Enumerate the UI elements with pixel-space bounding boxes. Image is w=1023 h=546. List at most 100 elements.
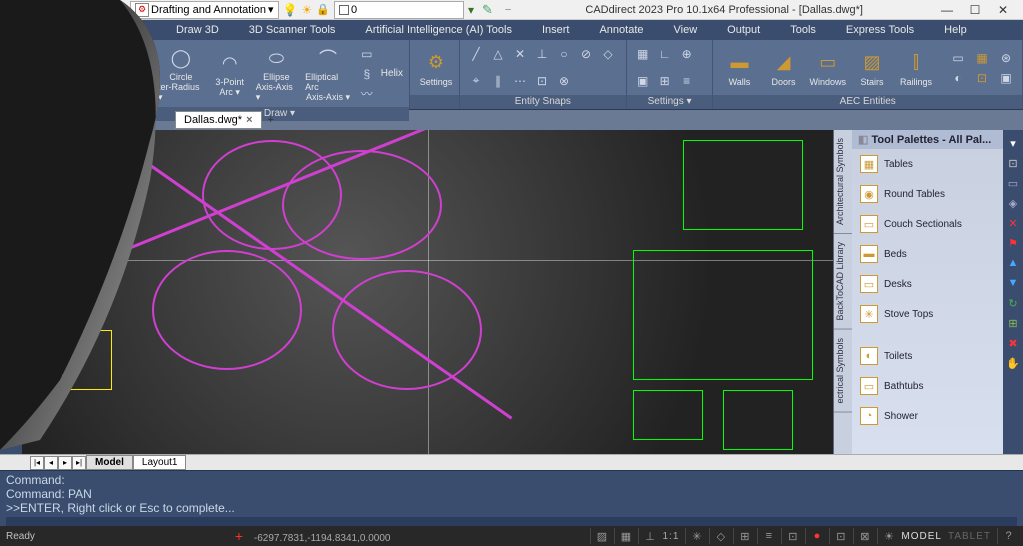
sb-ortho-icon[interactable]: ⊥	[638, 528, 656, 544]
r-info2-icon[interactable]: ▼	[1006, 276, 1020, 290]
esnap-node-icon[interactable]: ◇	[598, 45, 618, 63]
aec-opt4-icon[interactable]: ⊡	[972, 69, 992, 87]
doors-button[interactable]: ◢Doors	[763, 47, 803, 89]
menu-help[interactable]: Help	[938, 22, 973, 38]
ellipse-button[interactable]: ⬭ Ellipse Axis-Axis ▾	[254, 42, 299, 105]
railings-button[interactable]: ⫿Railings	[896, 47, 936, 89]
aec-opt2-icon[interactable]: ◐	[948, 69, 968, 87]
esnap-endpoint-icon[interactable]: ╱	[466, 45, 486, 63]
elliptical-arc-button[interactable]: ⌒ Elliptical Arc Axis-Axis ▾	[303, 42, 353, 105]
sb-polar-icon[interactable]: ✳	[685, 528, 703, 544]
lwt-icon[interactable]: ≡	[677, 72, 697, 90]
sun-icon[interactable]: ☀	[302, 3, 313, 17]
lock-icon[interactable]: 🔒	[316, 3, 330, 16]
palette-item-couch[interactable]: ▭Couch Sectionals	[852, 209, 1003, 239]
r-note-icon[interactable]: ▭	[1006, 176, 1020, 190]
sb-dyn-icon[interactable]: ⊡	[781, 528, 799, 544]
snap-icon[interactable]: ▣	[633, 72, 653, 90]
layout-next[interactable]: ▸	[58, 456, 72, 470]
menu-view[interactable]: View	[668, 22, 704, 38]
left-tool3[interactable]: ⊡	[3, 194, 19, 210]
r-ok-icon[interactable]: ↻	[1006, 296, 1020, 310]
r-info-icon[interactable]: ▲	[1006, 256, 1020, 270]
sb-scale-icon[interactable]: ⊠	[853, 528, 871, 544]
circle-button[interactable]: ◯ Circle ter-Radius ▾	[156, 42, 206, 105]
menu-draw3d[interactable]: Draw 3D	[170, 22, 225, 38]
doc-tab-add[interactable]: +	[262, 112, 280, 128]
sb-snap-icon[interactable]: ▨	[590, 528, 608, 544]
maximize-button[interactable]: ☐	[965, 2, 985, 18]
sb-rec-icon[interactable]: ●	[805, 528, 823, 544]
r-prop-icon[interactable]: ⊡	[1006, 156, 1020, 170]
palette-item-round-tables[interactable]: ◉Round Tables	[852, 179, 1003, 209]
sb-grid-icon[interactable]: ▦	[614, 528, 632, 544]
doc-tab-close[interactable]: ×	[246, 114, 252, 126]
brush-icon[interactable]: ✎	[478, 2, 493, 18]
menu-express[interactable]: Express Tools	[840, 22, 920, 38]
esnap-extension-icon[interactable]: ⋯	[510, 72, 530, 90]
menu-annotate[interactable]: Annotate	[593, 22, 649, 38]
menu-ai[interactable]: Artificial Intelligence (AI) Tools	[359, 22, 518, 38]
otrack-icon[interactable]: ⊞	[655, 72, 675, 90]
esnap-perpendicular-icon[interactable]: ⊥	[532, 45, 552, 63]
sb-ann-icon[interactable]: ⊡	[829, 528, 847, 544]
doc-tab-dallas[interactable]: Dallas.dwg* ×	[175, 111, 262, 129]
palette-tab-electrical[interactable]: ectrical Symbols	[834, 330, 852, 413]
settings-button[interactable]: ⚙ Settings	[416, 47, 456, 89]
palette-item-shower[interactable]: ◔Shower	[852, 401, 1003, 431]
grid-icon[interactable]: ▦	[633, 45, 653, 63]
layer-selector[interactable]: 0	[334, 1, 464, 19]
left-tool4[interactable]: ✎	[3, 216, 19, 232]
sb-vis-icon[interactable]: ☀	[877, 528, 895, 544]
aec-opt6-icon[interactable]: ▣	[996, 69, 1016, 87]
r-hand-icon[interactable]: ✋	[1006, 356, 1020, 370]
palette-tab-arch[interactable]: Architectural Symbols	[834, 130, 852, 234]
esnap-none-icon[interactable]: ⊗	[554, 72, 574, 90]
palette-item-stove[interactable]: ✳Stove Tops	[852, 299, 1003, 329]
menu-output[interactable]: Output	[721, 22, 766, 38]
r-tree-icon[interactable]: ⊞	[1006, 316, 1020, 330]
layout-tab-model[interactable]: Model	[86, 455, 133, 470]
ortho-icon[interactable]: ∟	[655, 45, 675, 63]
r-arrow-icon[interactable]: ▾	[1006, 136, 1020, 150]
left-refresh-icon[interactable]: ↻	[3, 260, 19, 276]
esnap-tangent-icon[interactable]: ⊘	[576, 45, 596, 63]
esnap-parallel-icon[interactable]: ∥	[488, 72, 508, 90]
menu-tools[interactable]: Tools	[784, 22, 822, 38]
minimize-button[interactable]: —	[937, 2, 957, 18]
r-layer-icon[interactable]: ◈	[1006, 196, 1020, 210]
close-button[interactable]: ✕	[993, 2, 1013, 18]
palette-item-beds[interactable]: ▬Beds	[852, 239, 1003, 269]
sb-osnap-icon[interactable]: ◇	[709, 528, 727, 544]
esnap-intersection-icon[interactable]: ✕	[510, 45, 530, 63]
layout-first[interactable]: |◂	[30, 456, 44, 470]
palette-item-tables[interactable]: ▦Tables	[852, 149, 1003, 179]
polar-icon[interactable]: ⊕	[677, 45, 697, 63]
rect-icon[interactable]: ▭	[357, 45, 377, 63]
layout-last[interactable]: ▸|	[72, 456, 86, 470]
curve-icon[interactable]: 〰	[357, 85, 377, 103]
palette-tab-backtocad[interactable]: BackToCAD Library	[834, 234, 852, 330]
properties-icon[interactable]: ▾	[468, 3, 474, 17]
r-flag-icon[interactable]: ⚑	[1006, 236, 1020, 250]
drawing-canvas[interactable]	[22, 130, 833, 454]
esnap-center-icon[interactable]: ○	[554, 45, 574, 63]
left-tool5[interactable]: ⊕	[3, 238, 19, 254]
walls-button[interactable]: ▬Walls	[719, 47, 759, 89]
sb-help-icon[interactable]: ?	[997, 528, 1015, 544]
arc-button[interactable]: ◠ 3-Point Arc ▾	[210, 47, 250, 100]
dropdown-arrow-icon[interactable]: ▾	[120, 3, 126, 17]
sb-otrack-icon[interactable]: ⊞	[733, 528, 751, 544]
layout-tab-layout1[interactable]: Layout1	[133, 455, 187, 470]
left-tool2[interactable]: ◈	[3, 172, 19, 188]
palette-item-toilets[interactable]: ◐Toilets	[852, 341, 1003, 371]
bulb-icon[interactable]: 💡	[283, 3, 298, 17]
settings2-label[interactable]: Settings ▾	[627, 95, 713, 109]
windows-button[interactable]: ▭Windows	[807, 47, 848, 89]
aec-opt1-icon[interactable]: ▭	[948, 49, 968, 67]
menu-3dscanner[interactable]: 3D Scanner Tools	[243, 22, 342, 38]
palette-item-desks[interactable]: ▭Desks	[852, 269, 1003, 299]
r-close-icon[interactable]: ✕	[1006, 216, 1020, 230]
r-err-icon[interactable]: ✖	[1006, 336, 1020, 350]
layout-prev[interactable]: ◂	[44, 456, 58, 470]
